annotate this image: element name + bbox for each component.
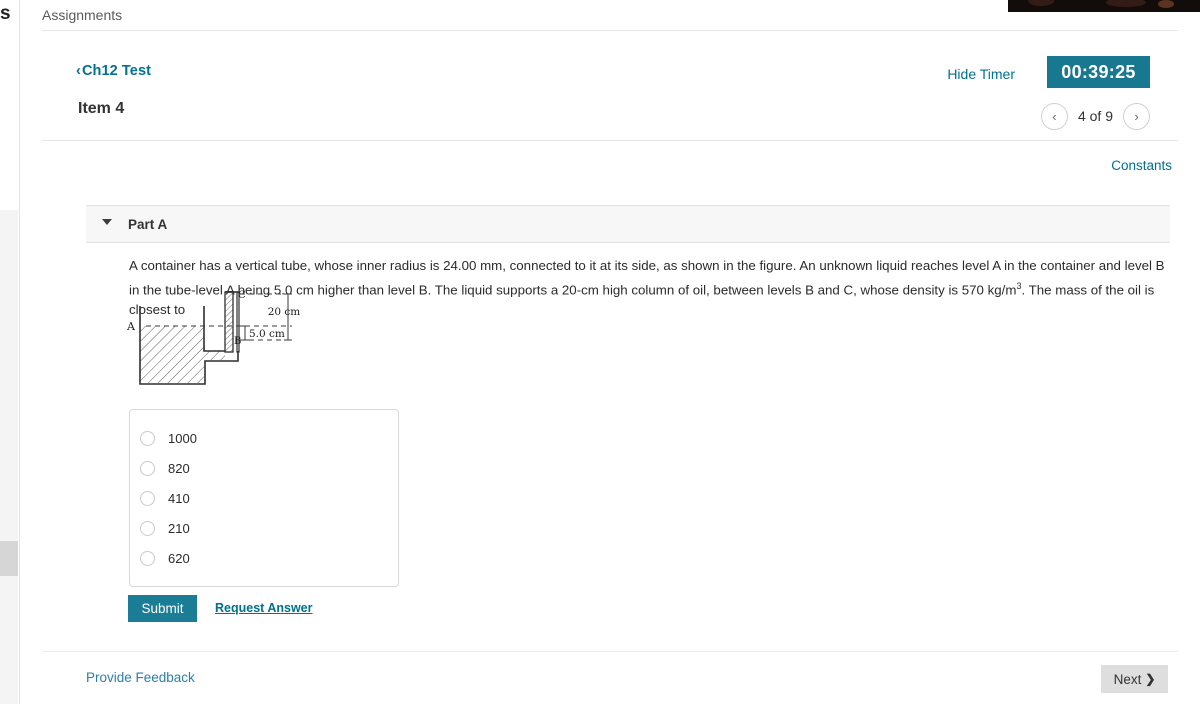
- media-preview-strip[interactable]: [1008, 0, 1200, 12]
- part-a-panel: Part A: [86, 205, 1170, 243]
- answer-option-label: 1000: [168, 430, 197, 446]
- part-a-header[interactable]: Part A: [86, 205, 1170, 243]
- answer-option-820[interactable]: 820: [140, 453, 190, 483]
- previous-item-button[interactable]: ‹: [1040, 102, 1068, 130]
- header-divider: [42, 140, 1178, 141]
- hide-timer-link[interactable]: Hide Timer: [947, 66, 1015, 82]
- item-counter: 4 of 9: [1077, 108, 1113, 124]
- page-scrollbar-thumb[interactable]: [0, 541, 18, 576]
- next-item-button[interactable]: ›: [1123, 102, 1150, 130]
- answer-option-410[interactable]: 410: [140, 483, 190, 513]
- answer-options-group: 1000 820 410 210 620: [129, 409, 399, 587]
- back-to-assignment-link[interactable]: ‹Ch12 Test: [76, 63, 151, 79]
- problem-figure: A B C 20 cm 5.0 cm: [124, 288, 424, 396]
- radio-icon[interactable]: [140, 490, 155, 506]
- timer-display: 00:39:25: [1047, 56, 1150, 88]
- page-title: Item 4: [78, 100, 125, 117]
- chevron-right-icon: ❯: [1145, 672, 1156, 686]
- next-button[interactable]: Next ❯: [1101, 665, 1168, 693]
- figure-label-b: B: [234, 336, 241, 347]
- figure-label-c: C: [238, 290, 246, 301]
- answer-option-label: 210: [168, 520, 190, 536]
- breadcrumb-label[interactable]: Assignments: [42, 7, 122, 23]
- caret-down-icon[interactable]: [102, 219, 112, 225]
- submit-button[interactable]: Submit: [128, 595, 197, 622]
- answer-option-label: 620: [168, 550, 190, 566]
- answer-option-1000[interactable]: 1000: [140, 423, 197, 453]
- chevron-left-icon: ‹: [76, 63, 81, 79]
- provide-feedback-link[interactable]: Provide Feedback: [86, 670, 195, 685]
- assignment-page: Assignments ‹Ch12 Test Item 4 Hide Timer…: [20, 0, 1200, 704]
- radio-icon[interactable]: [140, 460, 155, 476]
- footer-divider: [42, 651, 1178, 652]
- figure-dim-outer: 20 cm: [268, 306, 301, 318]
- sidebar-cut-label: s: [0, 3, 11, 24]
- item-pager: ‹ 4 of 9 ›: [1040, 102, 1150, 130]
- answer-option-label: 410: [168, 490, 190, 506]
- figure-dim-inner: 5.0 cm: [249, 328, 285, 340]
- answer-option-620[interactable]: 620: [140, 543, 190, 573]
- constants-link[interactable]: Constants: [1111, 158, 1172, 173]
- page-scrollbar-track[interactable]: [0, 210, 18, 704]
- figure-label-a: A: [126, 320, 136, 333]
- request-answer-link[interactable]: Request Answer: [215, 601, 312, 615]
- radio-icon[interactable]: [140, 430, 155, 446]
- left-rail: s: [0, 0, 20, 704]
- breadcrumb-divider: [42, 30, 1178, 31]
- radio-icon[interactable]: [140, 550, 155, 566]
- back-link-label: Ch12 Test: [81, 63, 152, 79]
- container-tube-diagram: A B C 20 cm 5.0 cm: [126, 290, 301, 385]
- answer-option-210[interactable]: 210: [140, 513, 190, 543]
- answer-option-label: 820: [168, 460, 190, 476]
- assignment-header: ‹Ch12 Test Item 4 Hide Timer 00:39:25 ‹ …: [42, 56, 1178, 136]
- app-root: s Assignments ‹Ch12 Test Item 4 Hide Tim…: [0, 0, 1200, 704]
- next-button-label: Next: [1113, 671, 1142, 687]
- part-a-label: Part A: [128, 217, 168, 232]
- radio-icon[interactable]: [140, 520, 155, 536]
